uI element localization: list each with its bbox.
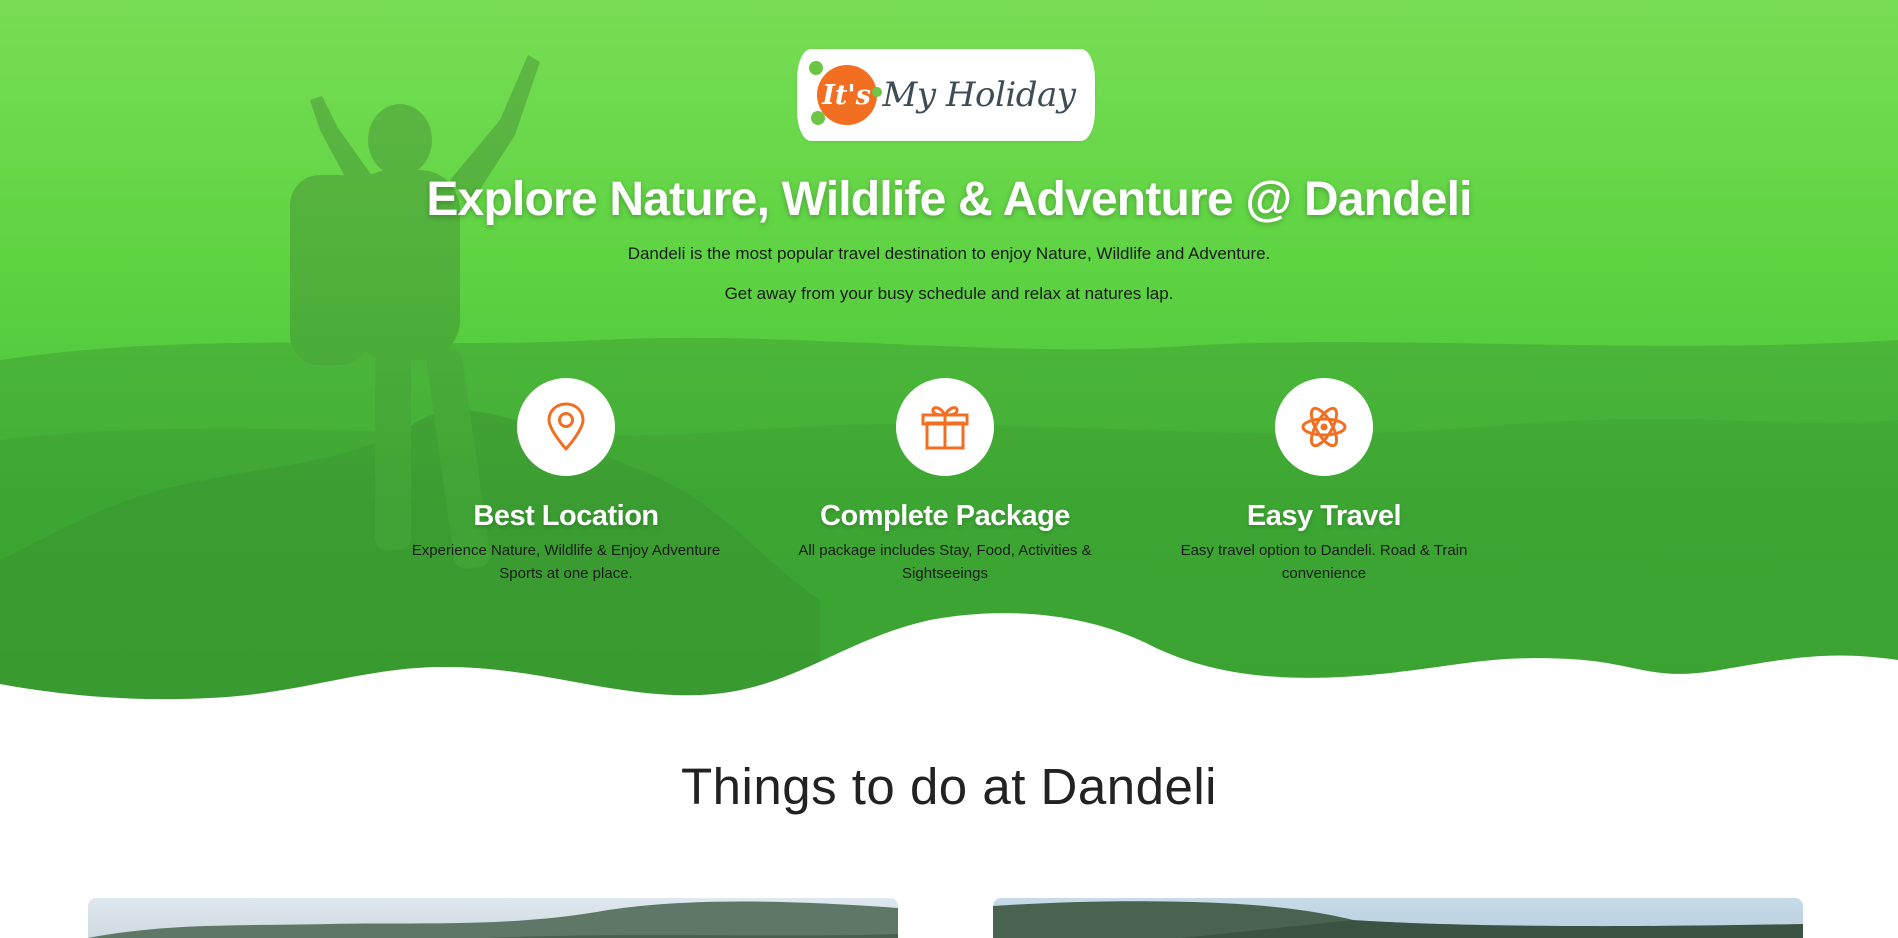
feature-description: Easy travel option to Dandeli. Road & Tr…: [1180, 542, 1468, 582]
hero-subline-1: Dandeli is the most popular travel desti…: [627, 244, 1271, 263]
gift-icon: [921, 406, 969, 450]
activity-card-photo: [88, 901, 898, 938]
logo-dot-right: [871, 87, 882, 97]
atom-icon: [1301, 406, 1347, 448]
feature-complete-package: Complete Package All package includes St…: [780, 378, 1110, 585]
logo-mark-text: It's: [822, 79, 871, 111]
feature-description: All package includes Stay, Food, Activit…: [798, 542, 1092, 582]
landing-page: It's My Holiday Explore Nature, Wildlife…: [0, 0, 1898, 938]
activity-card-photo: [993, 901, 1803, 938]
logo-dot-top: [808, 61, 823, 75]
feature-icon-circle: [896, 378, 994, 476]
activity-card-image[interactable]: [993, 898, 1803, 938]
feature-title: Easy Travel: [1246, 500, 1402, 532]
map-pin-icon: [547, 402, 585, 451]
logo-dot-bottom: [810, 111, 825, 125]
feature-description: Experience Nature, Wildlife & Enjoy Adve…: [411, 542, 721, 582]
site-logo[interactable]: It's My Holiday: [797, 49, 1095, 141]
feature-title: Best Location: [473, 500, 659, 532]
feature-icon-circle: [517, 378, 615, 476]
feature-icon-circle: [1275, 378, 1373, 476]
logo-wordmark: My Holiday: [882, 75, 1076, 115]
logo-mark: It's: [808, 61, 882, 125]
feature-easy-travel: Easy Travel Easy travel option to Dandel…: [1159, 378, 1489, 585]
hero-headline: Explore Nature, Wildlife & Adventure @ D…: [426, 173, 1472, 226]
things-to-do-title: Things to do at Dandeli: [681, 758, 1217, 815]
feature-title: Complete Package: [820, 500, 1070, 532]
activity-card-image[interactable]: [88, 898, 898, 938]
hero-subline-2: Get away from your busy schedule and rel…: [724, 284, 1174, 303]
feature-best-location: Best Location Experience Nature, Wildlif…: [401, 378, 731, 585]
hero-wave-divider: [0, 613, 1898, 740]
